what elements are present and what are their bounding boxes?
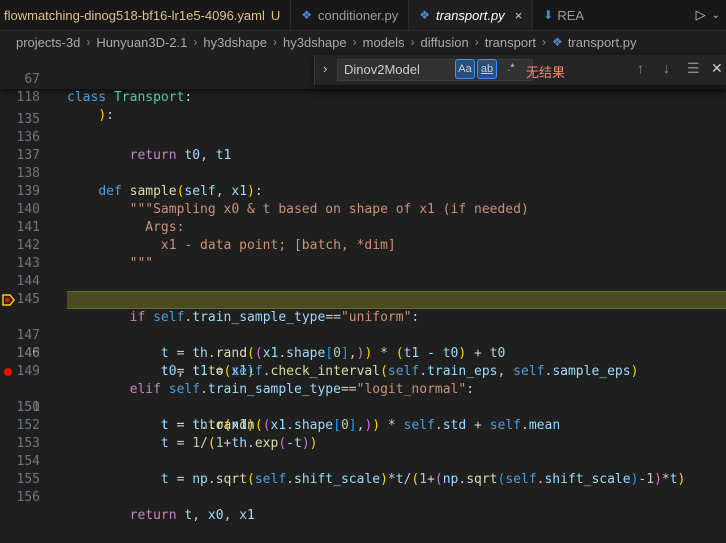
find-widget: › Dinov2Model Aa ab .* 无结果 ↑ ↓ ☰ ✕ xyxy=(314,55,726,85)
untracked-badge: U xyxy=(270,7,281,23)
download-icon: ⬇ xyxy=(543,8,554,22)
arrow-up-icon[interactable]: ↑ xyxy=(637,60,644,76)
breadcrumb-item[interactable]: hy3dshape xyxy=(283,35,347,50)
python-file-icon: ❖ xyxy=(419,8,431,22)
code-text: t0, t1 = self.check_interval(self.train_… xyxy=(160,364,639,379)
breadcrumb-item[interactable]: Hunyuan3D-2.1 xyxy=(96,35,187,50)
code-line[interactable]: 139 """Sampling x0 & t based on shape of… xyxy=(0,165,726,217)
breadcrumb-item[interactable]: models xyxy=(363,35,405,50)
code-text: ): xyxy=(98,108,114,123)
tab-conditioner[interactable]: ❖ conditioner.py xyxy=(291,0,410,30)
code-line[interactable]: 138 def sample(self, x1): xyxy=(0,147,726,199)
code-line[interactable]: 154 t = np.sqrt(self.shift_scale)*t/(1+(… xyxy=(0,435,726,487)
close-icon[interactable]: ✕ xyxy=(711,60,723,77)
tab-label: transport.py xyxy=(436,7,505,23)
match-case-toggle[interactable]: Aa xyxy=(455,59,475,79)
code-line[interactable]: 142 """ xyxy=(0,219,726,271)
debug-arrow-icon[interactable] xyxy=(2,293,16,307)
breakpoint-icon[interactable] xyxy=(4,368,12,376)
close-icon[interactable]: × xyxy=(515,8,523,23)
python-file-icon: ❖ xyxy=(301,8,313,22)
code-line[interactable]: 143 xyxy=(0,237,726,271)
code-line[interactable]: 140 Args: xyxy=(0,183,726,235)
tab-readme[interactable]: ⬇ REA xyxy=(533,0,586,30)
breadcrumb-item[interactable]: diffusion xyxy=(421,35,469,50)
tab-yaml[interactable]: flowmatching-dinog518-bf16-lr1e5-4096.ya… xyxy=(0,0,292,30)
code-line[interactable]: 152 t = 1/(1+th.exp(-t)) xyxy=(0,399,726,451)
code-line[interactable]: 156 return t, x0, x1 xyxy=(0,471,726,523)
breadcrumb-item[interactable]: transport xyxy=(485,35,536,50)
code-line[interactable]: 144 x0 = th.randn_like(x1) xyxy=(0,255,726,307)
code-line[interactable]: 141 x1 - data point; [batch, *dim] xyxy=(0,201,726,253)
chevron-right-icon[interactable]: › xyxy=(323,61,327,76)
code-line[interactable]: 153 xyxy=(0,417,726,451)
arrow-down-icon[interactable]: ↓ xyxy=(663,60,670,76)
editor-actions: ▷ ⌄ xyxy=(689,0,726,30)
tab-label: REA xyxy=(557,7,585,23)
breadcrumb-item[interactable]: projects-3d xyxy=(16,35,80,50)
code-line[interactable]: 149 elif self.train_sample_type=="logit_… xyxy=(0,345,726,397)
chevron-right-icon: › xyxy=(474,35,479,49)
chevron-right-icon: › xyxy=(542,35,547,49)
chevron-right-icon: › xyxy=(410,35,415,49)
python-file-icon: ❖ xyxy=(552,35,563,49)
tab-label: flowmatching-dinog518-bf16-lr1e5-4096.ya… xyxy=(4,7,265,23)
code-line-current[interactable]: 146 t0, t1 = self.check_interval(self.tr… xyxy=(0,291,726,379)
code-text: class Transport: xyxy=(67,90,193,105)
code-line[interactable]: 151 t = t.to(x1) xyxy=(0,381,726,433)
line-number: 118 xyxy=(16,90,40,105)
tab-label: conditioner.py xyxy=(318,7,399,23)
whole-word-toggle[interactable]: ab xyxy=(477,59,497,79)
chevron-right-icon: › xyxy=(193,35,198,49)
regex-toggle[interactable]: .* xyxy=(501,59,521,79)
code-line[interactable]: 137 xyxy=(0,129,726,163)
line-number: 156 xyxy=(16,490,40,505)
chevron-right-icon: › xyxy=(273,35,277,49)
breadcrumb-item[interactable]: transport.py xyxy=(568,35,637,50)
current-line-highlight xyxy=(67,291,726,309)
editor-tab-bar: flowmatching-dinog518-bf16-lr1e5-4096.ya… xyxy=(0,0,726,31)
chevron-right-icon: › xyxy=(86,35,91,49)
code-line[interactable]: 147 t = th.rand((x1.shape[0],)) * (t1 - … xyxy=(0,309,726,361)
find-in-selection-icon[interactable]: ☰ xyxy=(687,60,700,77)
code-text: return t, x0, x1 xyxy=(129,508,255,523)
chevron-right-icon: › xyxy=(352,35,357,49)
find-status: 无结果 xyxy=(526,65,566,80)
code-line[interactable]: 155 xyxy=(0,453,726,487)
run-icon[interactable]: ▷ xyxy=(696,7,706,23)
breadcrumb: projects-3d › Hunyuan3D-2.1 › hy3dshape › h… xyxy=(0,31,726,53)
chevron-down-icon[interactable]: ⌄ xyxy=(712,10,720,21)
breadcrumb-item[interactable]: hy3dshape xyxy=(203,35,267,50)
tab-transport[interactable]: ❖ transport.py × xyxy=(409,0,534,30)
code-line[interactable]: 145 if self.train_sample_type=="uniform"… xyxy=(0,273,726,325)
code-line[interactable]: 148 t = t.to(x1) xyxy=(0,327,726,379)
